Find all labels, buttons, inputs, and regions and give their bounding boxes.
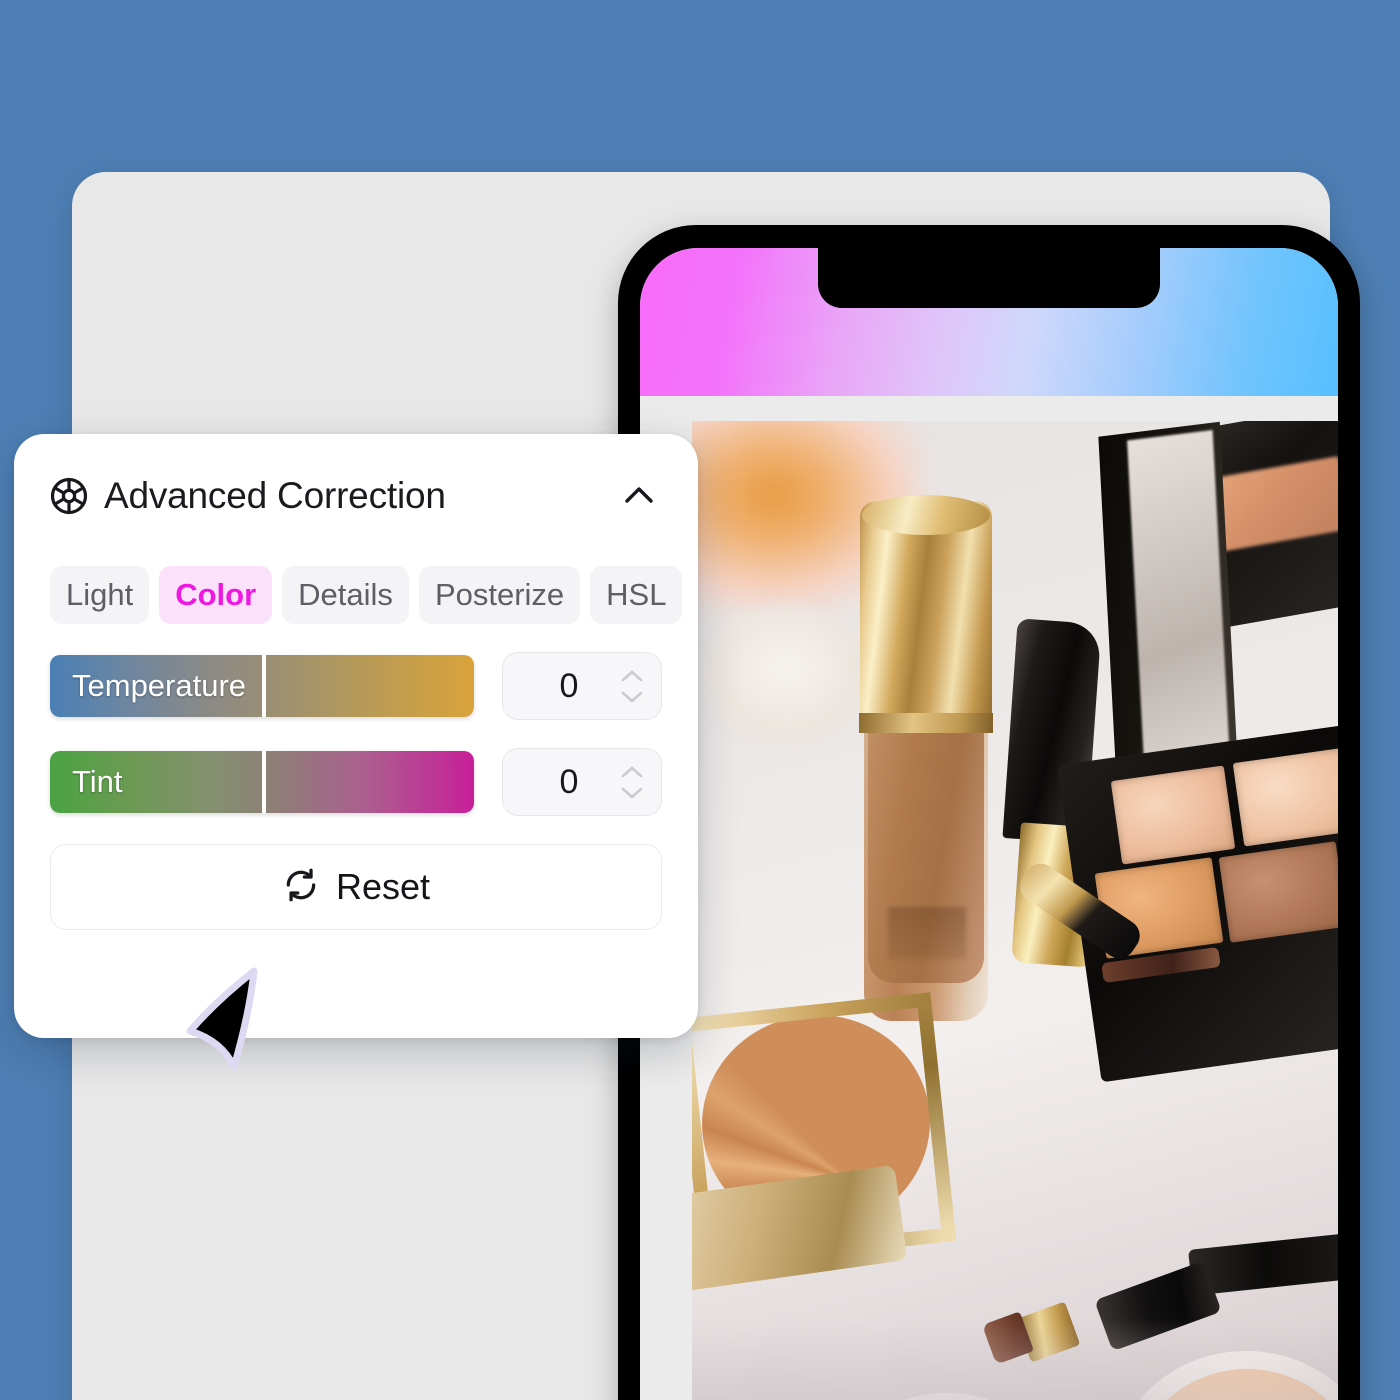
photo-eyeshadow-pan: [1218, 841, 1338, 943]
photo-foundation-gold-cap: [860, 501, 992, 731]
tint-slider[interactable]: Tint: [50, 751, 474, 813]
refresh-icon: [282, 866, 320, 909]
photo-bottom-blur: [692, 1318, 1338, 1400]
color-wheel-icon: [50, 477, 88, 515]
tab-hsl[interactable]: HSL: [590, 566, 683, 624]
tint-row: Tint 0: [50, 748, 662, 816]
temperature-stepper[interactable]: 0: [502, 652, 662, 720]
temperature-stepper-arrows: [617, 669, 661, 704]
temperature-slider[interactable]: Temperature: [50, 655, 474, 717]
page-title: Advanced Correction: [104, 475, 446, 516]
phone-screen: [640, 248, 1338, 1400]
panel-header: Advanced Correction: [50, 468, 662, 524]
photo-foundation-collar: [859, 713, 993, 733]
reset-label: Reset: [335, 866, 431, 907]
tint-stepper-arrows: [617, 765, 661, 800]
temperature-value[interactable]: 0: [503, 667, 617, 706]
temperature-row: Temperature 0: [50, 652, 662, 720]
chevron-down-icon: [621, 787, 643, 798]
phone-notch: [818, 248, 1160, 308]
tab-light[interactable]: Light: [50, 566, 150, 624]
tab-color[interactable]: Color: [159, 566, 273, 624]
screenshot-root: Advanced Correction Light Color Details …: [0, 0, 1400, 1400]
temperature-label: Temperature: [72, 668, 247, 703]
photo-foundation-cap-top: [862, 495, 990, 535]
chevron-up-icon: [621, 766, 643, 777]
cosmetics-photo[interactable]: [692, 421, 1338, 1400]
tab-details[interactable]: Details: [282, 566, 409, 624]
photo-eyeshadow-pan: [1232, 747, 1338, 847]
phone-mockup: [618, 225, 1360, 1400]
photo-eyeshadow-pan: [1110, 765, 1236, 865]
tint-slider-handle[interactable]: [262, 751, 266, 813]
photo-palette-mirror-glass: [1127, 429, 1231, 791]
chevron-up-icon[interactable]: [616, 473, 662, 519]
phone-screen-body: [640, 396, 1338, 1400]
photo-foundation-label: [888, 907, 966, 959]
tab-posterize[interactable]: Posterize: [418, 566, 581, 624]
chevron-up-icon: [621, 670, 643, 681]
tint-value[interactable]: 0: [503, 763, 617, 802]
chevron-down-icon: [621, 691, 643, 702]
temperature-slider-handle[interactable]: [262, 655, 266, 717]
tint-stepper[interactable]: 0: [502, 748, 662, 816]
advanced-correction-panel: Advanced Correction Light Color Details …: [14, 434, 698, 1038]
reset-button[interactable]: Reset: [50, 844, 662, 930]
correction-tab-bar: Light Color Details Posterize HSL: [50, 566, 683, 624]
tint-label: Tint: [72, 764, 123, 799]
photo-bokeh-white: [702, 606, 872, 746]
